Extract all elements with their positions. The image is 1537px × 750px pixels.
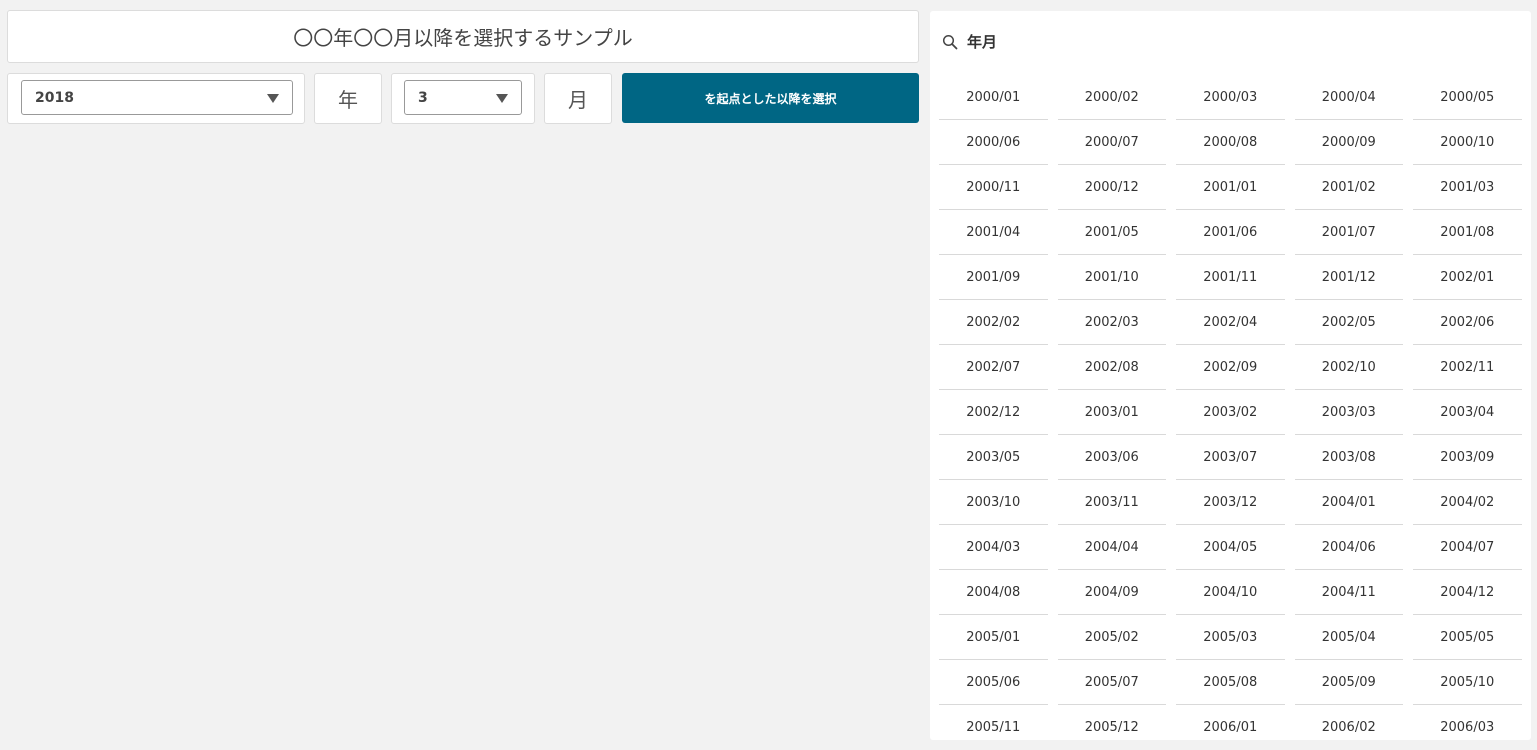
year-month-item[interactable]: 2000/04 — [1294, 75, 1403, 120]
year-month-item[interactable]: 2005/10 — [1413, 660, 1522, 705]
year-month-item[interactable]: 2004/10 — [1176, 570, 1285, 615]
month-select-value: 3 — [418, 89, 428, 106]
year-select[interactable]: 2018 — [21, 80, 293, 115]
year-month-item[interactable]: 2000/02 — [1057, 75, 1166, 120]
year-month-item[interactable]: 2002/11 — [1413, 345, 1522, 390]
year-month-item[interactable]: 2004/06 — [1294, 525, 1403, 570]
year-select-value: 2018 — [35, 89, 74, 106]
year-month-item[interactable]: 2002/07 — [939, 345, 1048, 390]
year-month-item[interactable]: 2005/08 — [1176, 660, 1285, 705]
chevron-down-icon — [496, 94, 508, 103]
year-select-box: 2018 — [7, 73, 305, 124]
year-month-item[interactable]: 2002/02 — [939, 300, 1048, 345]
page-title: 〇〇年〇〇月以降を選択するサンプル — [293, 26, 633, 50]
year-month-item[interactable]: 2001/08 — [1413, 210, 1522, 255]
year-month-item[interactable]: 2001/12 — [1294, 255, 1403, 300]
year-month-item[interactable]: 2000/08 — [1176, 120, 1285, 165]
year-month-item[interactable]: 2001/04 — [939, 210, 1048, 255]
month-unit-box: 月 — [544, 73, 612, 124]
year-month-item[interactable]: 2005/03 — [1176, 615, 1285, 660]
year-month-item[interactable]: 2004/02 — [1413, 480, 1522, 525]
year-month-item[interactable]: 2006/01 — [1176, 705, 1285, 740]
year-month-item[interactable]: 2002/05 — [1294, 300, 1403, 345]
year-month-item[interactable]: 2001/10 — [1057, 255, 1166, 300]
year-month-item[interactable]: 2003/09 — [1413, 435, 1522, 480]
year-month-item[interactable]: 2004/04 — [1057, 525, 1166, 570]
year-month-item[interactable]: 2006/02 — [1295, 705, 1404, 740]
year-month-item[interactable]: 2005/11 — [939, 705, 1048, 740]
year-month-item[interactable]: 2006/03 — [1413, 705, 1522, 740]
year-month-grid: 2000/01 2000/02 2000/03 2000/04 2000/05 2000/… — [939, 75, 1522, 740]
select-after-button[interactable]: を起点とした以降を選択 — [622, 73, 919, 123]
left-pane: 〇〇年〇〇月以降を選択するサンプル 2018 年 3 月 を起点とした以降を選択 — [7, 10, 919, 124]
chevron-down-icon — [267, 94, 279, 103]
year-month-item[interactable]: 2002/09 — [1176, 345, 1285, 390]
year-month-item[interactable]: 2005/01 — [939, 615, 1048, 660]
year-month-item[interactable]: 2000/06 — [939, 120, 1048, 165]
year-month-item[interactable]: 2002/08 — [1057, 345, 1166, 390]
year-month-item[interactable]: 2000/03 — [1176, 75, 1285, 120]
year-month-item[interactable]: 2003/01 — [1057, 390, 1166, 435]
year-month-item[interactable]: 2002/06 — [1413, 300, 1522, 345]
year-month-item[interactable]: 2005/07 — [1057, 660, 1166, 705]
year-month-item[interactable]: 2003/10 — [939, 480, 1048, 525]
year-month-item[interactable]: 2003/08 — [1294, 435, 1403, 480]
year-month-item[interactable]: 2004/01 — [1294, 480, 1403, 525]
year-month-item[interactable]: 2001/09 — [939, 255, 1048, 300]
year-month-item[interactable]: 2000/07 — [1057, 120, 1166, 165]
page-title-box: 〇〇年〇〇月以降を選択するサンプル — [7, 10, 919, 63]
year-month-item[interactable]: 2001/06 — [1176, 210, 1285, 255]
year-month-item[interactable]: 2004/12 — [1413, 570, 1522, 615]
year-month-item[interactable]: 2004/09 — [1057, 570, 1166, 615]
year-month-item[interactable]: 2000/10 — [1413, 120, 1522, 165]
month-unit-label: 月 — [568, 88, 588, 112]
year-month-item[interactable]: 2003/03 — [1294, 390, 1403, 435]
year-month-item[interactable]: 2000/12 — [1057, 165, 1166, 210]
year-month-item[interactable]: 2000/05 — [1413, 75, 1522, 120]
year-month-item[interactable]: 2005/02 — [1057, 615, 1166, 660]
year-month-item[interactable]: 2002/04 — [1176, 300, 1285, 345]
year-month-item[interactable]: 2003/05 — [939, 435, 1048, 480]
year-month-item[interactable]: 2001/07 — [1294, 210, 1403, 255]
year-month-item[interactable]: 2000/11 — [939, 165, 1048, 210]
month-select[interactable]: 3 — [404, 80, 522, 115]
year-month-item[interactable]: 2003/04 — [1413, 390, 1522, 435]
year-month-item[interactable]: 2000/01 — [939, 75, 1048, 120]
year-unit-box: 年 — [314, 73, 382, 124]
year-month-item[interactable]: 2001/02 — [1294, 165, 1403, 210]
year-month-item[interactable]: 2002/12 — [939, 390, 1048, 435]
year-month-item[interactable]: 2002/01 — [1413, 255, 1522, 300]
year-month-item[interactable]: 2003/11 — [1057, 480, 1166, 525]
year-month-item[interactable]: 2004/05 — [1176, 525, 1285, 570]
year-month-item[interactable]: 2003/02 — [1176, 390, 1285, 435]
year-month-item[interactable]: 2004/03 — [939, 525, 1048, 570]
year-month-item[interactable]: 2000/09 — [1294, 120, 1403, 165]
year-month-item[interactable]: 2005/12 — [1058, 705, 1167, 740]
year-month-panel: 年月 2000/01 2000/02 2000/03 2000/04 2000/05 20… — [930, 11, 1531, 740]
year-month-item[interactable]: 2001/11 — [1176, 255, 1285, 300]
year-month-item[interactable]: 2001/05 — [1057, 210, 1166, 255]
month-select-box: 3 — [391, 73, 535, 124]
year-month-item[interactable]: 2003/06 — [1057, 435, 1166, 480]
panel-header: 年月 — [942, 31, 997, 52]
search-icon — [942, 34, 958, 49]
year-month-item[interactable]: 2001/01 — [1176, 165, 1285, 210]
year-month-item[interactable]: 2004/08 — [939, 570, 1048, 615]
year-month-item[interactable]: 2004/07 — [1413, 525, 1522, 570]
year-month-item[interactable]: 2001/03 — [1413, 165, 1522, 210]
year-month-item[interactable]: 2002/10 — [1294, 345, 1403, 390]
year-unit-label: 年 — [338, 88, 358, 112]
year-month-item[interactable]: 2005/04 — [1294, 615, 1403, 660]
year-month-item[interactable]: 2005/05 — [1413, 615, 1522, 660]
controls-row: 2018 年 3 月 を起点とした以降を選択 — [7, 73, 919, 124]
year-month-item[interactable]: 2002/03 — [1057, 300, 1166, 345]
panel-title: 年月 — [967, 33, 998, 51]
year-month-item[interactable]: 2004/11 — [1294, 570, 1403, 615]
year-month-item[interactable]: 2003/07 — [1176, 435, 1285, 480]
year-month-item[interactable]: 2005/09 — [1294, 660, 1403, 705]
year-month-item[interactable]: 2005/06 — [939, 660, 1048, 705]
year-month-item[interactable]: 2003/12 — [1176, 480, 1285, 525]
